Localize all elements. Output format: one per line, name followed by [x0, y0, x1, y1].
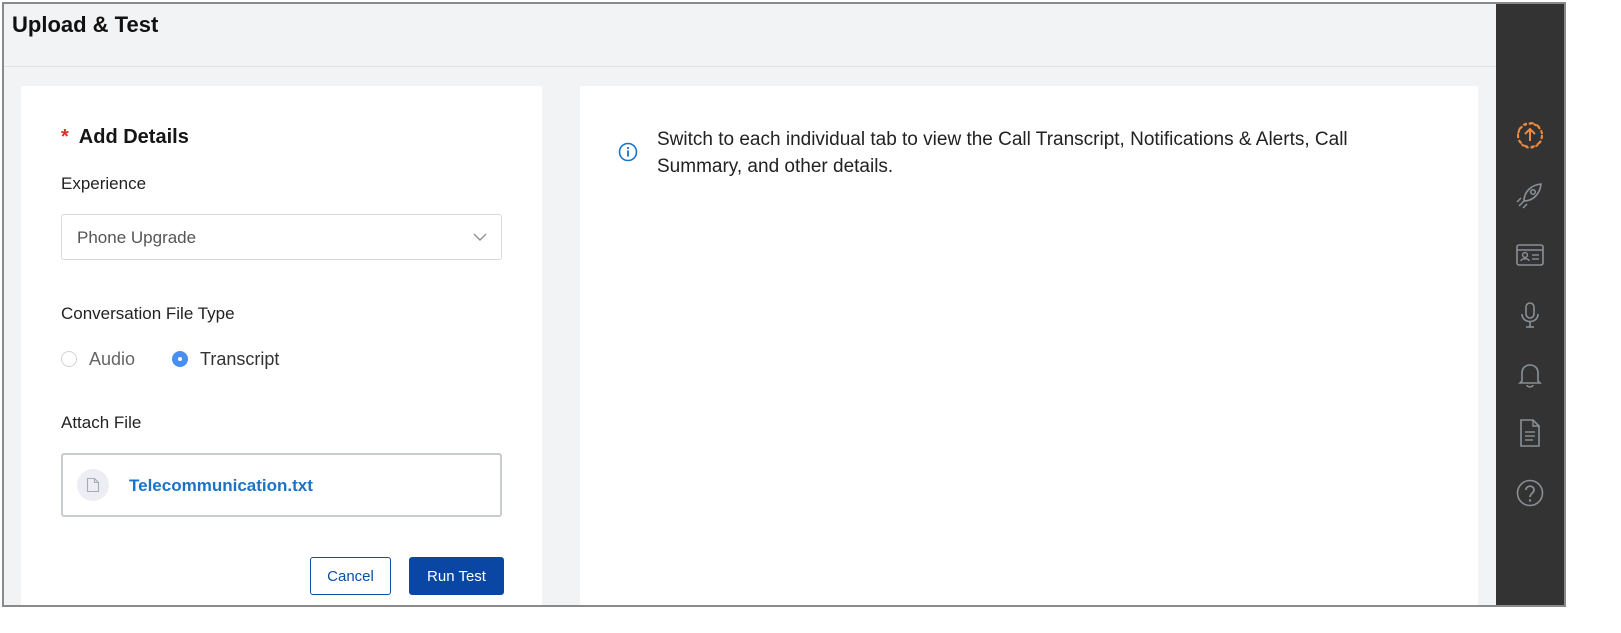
page-title: Upload & Test — [12, 12, 159, 37]
attached-file-name[interactable]: Telecommunication.txt — [129, 476, 313, 496]
attach-file-label: Attach File — [61, 413, 142, 432]
file-type-label: Conversation File Type — [61, 304, 235, 323]
add-details-panel: * Add Details Experience Phone Upgrade Co… — [21, 86, 542, 605]
section-title: * Add Details — [61, 126, 189, 149]
file-icon — [77, 469, 109, 501]
microphone-icon[interactable] — [1515, 300, 1545, 330]
radio-audio[interactable]: Audio — [61, 346, 135, 372]
run-test-button[interactable]: Run Test — [409, 557, 504, 595]
experience-select-value: Phone Upgrade — [77, 228, 197, 247]
results-panel: Switch to each individual tab to view th… — [580, 86, 1478, 605]
cancel-button[interactable]: Cancel — [310, 557, 391, 595]
radio-transcript-label: Transcript — [200, 348, 280, 369]
document-icon[interactable] — [1515, 418, 1545, 448]
rocket-icon[interactable] — [1515, 180, 1545, 210]
radio-transcript-indicator — [172, 351, 188, 367]
radio-audio-indicator — [61, 351, 77, 367]
experience-select[interactable]: Phone Upgrade — [61, 214, 502, 260]
help-icon[interactable] — [1515, 478, 1545, 508]
bell-icon[interactable] — [1515, 360, 1545, 390]
info-icon — [618, 142, 638, 162]
app-window: Upload & Test * Add Details Experience Ph… — [2, 2, 1566, 607]
id-card-icon[interactable] — [1515, 240, 1545, 270]
radio-audio-label: Audio — [89, 348, 136, 369]
page-header: Upload & Test — [4, 4, 1500, 67]
section-title-text: Add Details — [78, 126, 189, 148]
radio-transcript[interactable]: Transcript — [172, 346, 279, 372]
chevron-down-icon — [473, 233, 487, 241]
required-marker: * — [61, 126, 69, 148]
info-message: Switch to each individual tab to view th… — [657, 129, 1348, 177]
right-sidebar — [1496, 4, 1564, 605]
attached-file-box[interactable]: Telecommunication.txt — [61, 453, 502, 517]
upload-icon[interactable] — [1515, 120, 1545, 150]
experience-label: Experience — [61, 174, 147, 193]
